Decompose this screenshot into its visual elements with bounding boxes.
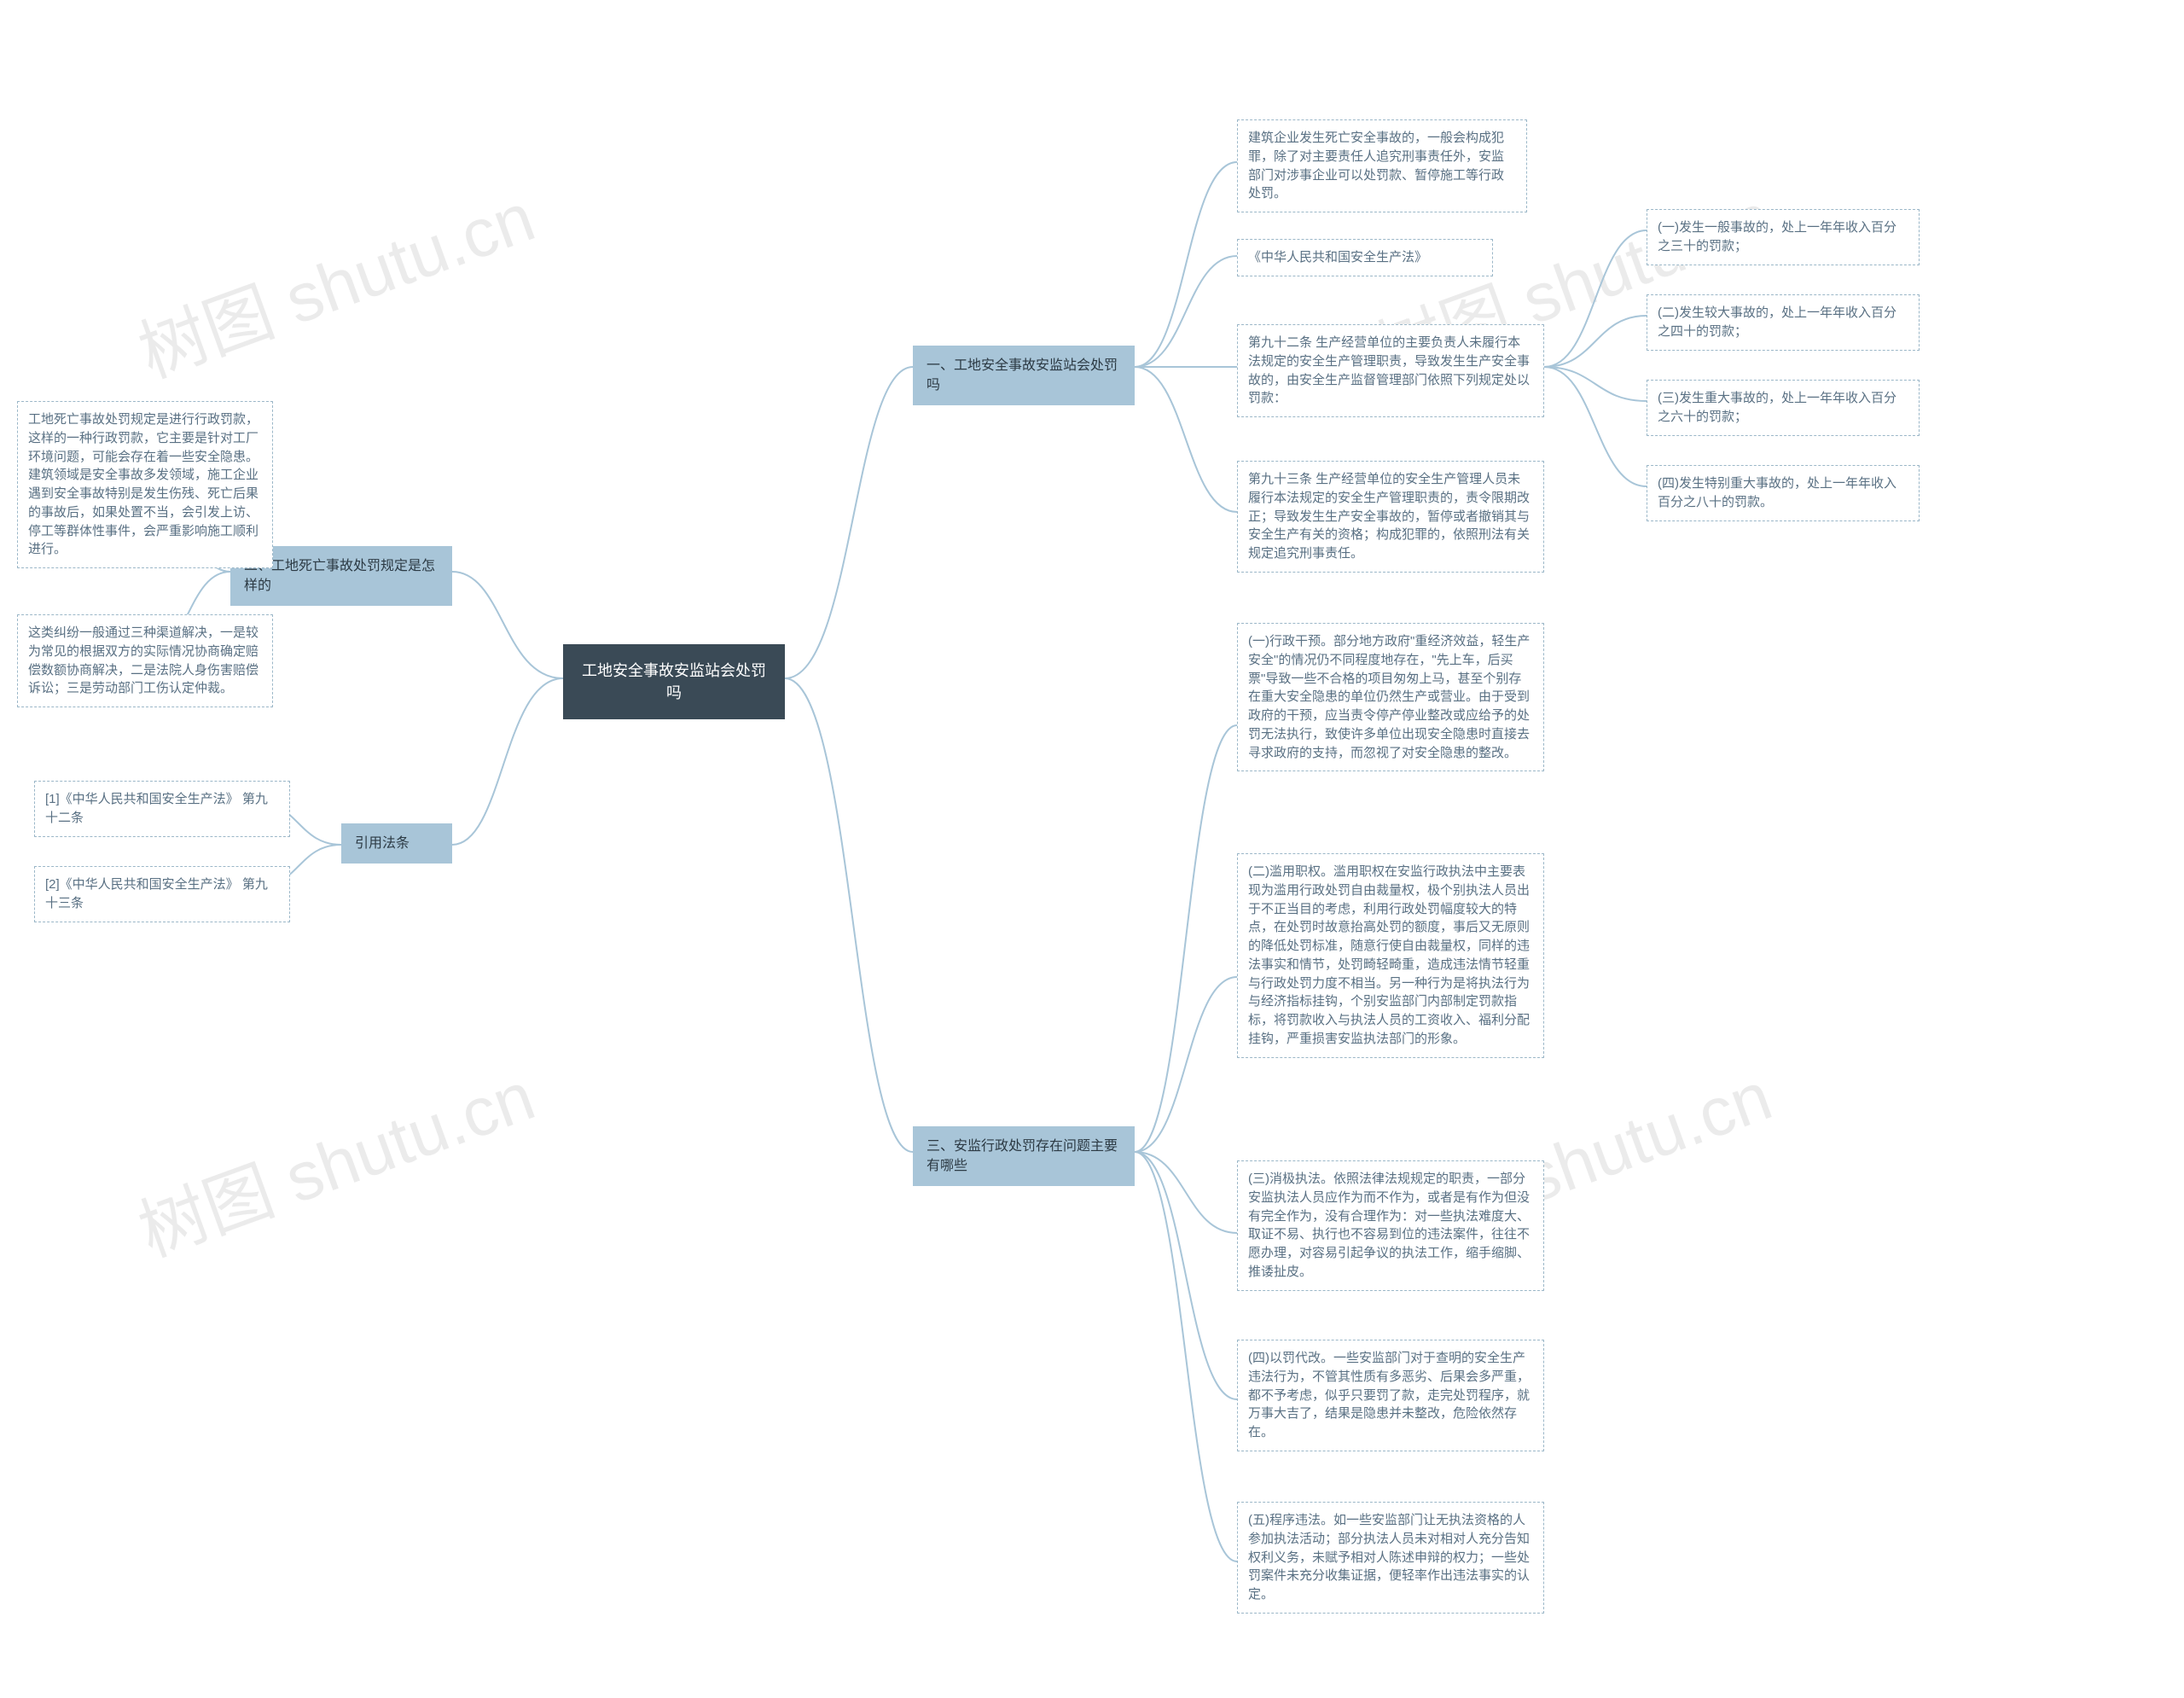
watermark: 树图 shutu.cn [124, 1042, 546, 1276]
leaf-s1-n1[interactable]: 建筑企业发生死亡安全事故的，一般会构成犯罪，除了对主要责任人追究刑事责任外，安监… [1237, 119, 1527, 212]
leaf-ref-2[interactable]: [2]《中华人民共和国安全生产法》 第九十三条 [34, 866, 290, 922]
leaf-s1-n2[interactable]: 《中华人民共和国安全生产法》 [1237, 239, 1493, 276]
leaf-s1-n3c[interactable]: (三)发生重大事故的，处上一年年收入百分之六十的罚款； [1647, 380, 1920, 436]
leaf-s1-n3[interactable]: 第九十二条 生产经营单位的主要负责人未履行本法规定的安全生产管理职责，导致发生生… [1237, 324, 1544, 417]
leaf-s1-n4[interactable]: 第九十三条 生产经营单位的安全生产管理人员未履行本法规定的安全生产管理职责的，责… [1237, 461, 1544, 573]
leaf-s2-n2[interactable]: 这类纠纷一般通过三种渠道解决，一是较为常见的根据双方的实际情况协商确定赔偿数额协… [17, 614, 273, 707]
leaf-s3-n1[interactable]: (一)行政干预。部分地方政府"重经济效益，轻生产安全"的情况仍不同程度地存在，"… [1237, 623, 1544, 771]
leaf-s1-n3a[interactable]: (一)发生一般事故的，处上一年年收入百分之三十的罚款； [1647, 209, 1920, 265]
leaf-s3-n5[interactable]: (五)程序违法。如一些安监部门让无执法资格的人参加执法活动；部分执法人员未对相对… [1237, 1502, 1544, 1614]
leaf-s3-n2[interactable]: (二)滥用职权。滥用职权在安监行政执法中主要表现为滥用行政处罚自由裁量权，极个别… [1237, 853, 1544, 1058]
mindmap-canvas: 树图 shutu.cn 树图 shutu.cn 树图 shutu.cn 树图 s… [0, 0, 2184, 1698]
leaf-s2-n1[interactable]: 工地死亡事故处罚规定是进行行政罚款，这样的一种行政罚款，它主要是针对工厂环境问题… [17, 401, 273, 568]
branch-references[interactable]: 引用法条 [341, 823, 452, 864]
leaf-ref-1[interactable]: [1]《中华人民共和国安全生产法》 第九十二条 [34, 781, 290, 837]
watermark: 树图 shutu.cn [124, 163, 546, 398]
root-node[interactable]: 工地安全事故安监站会处罚吗 [563, 644, 785, 719]
leaf-s1-n3b[interactable]: (二)发生较大事故的，处上一年年收入百分之四十的罚款； [1647, 294, 1920, 351]
leaf-s3-n3[interactable]: (三)消极执法。依照法律法规规定的职责，一部分安监执法人员应作为而不作为，或者是… [1237, 1160, 1544, 1291]
branch-section-1[interactable]: 一、工地安全事故安监站会处罚吗 [913, 346, 1135, 405]
branch-section-3[interactable]: 三、安监行政处罚存在问题主要有哪些 [913, 1126, 1135, 1186]
leaf-s3-n4[interactable]: (四)以罚代改。一些安监部门对于查明的安全生产违法行为，不管其性质有多恶劣、后果… [1237, 1340, 1544, 1451]
leaf-s1-n3d[interactable]: (四)发生特别重大事故的，处上一年年收入百分之八十的罚款。 [1647, 465, 1920, 521]
